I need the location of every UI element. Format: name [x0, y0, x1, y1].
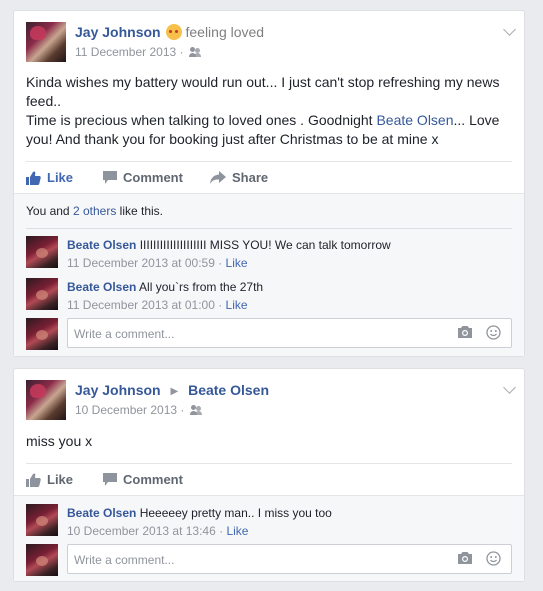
post-card: Jay Johnson ▶ Beate Olsen 10 December 20… [13, 368, 525, 582]
share-button[interactable]: Share [210, 170, 268, 185]
comment-like-link[interactable]: Like [226, 256, 248, 270]
camera-icon[interactable] [457, 325, 473, 339]
write-comment-row: Write a comment... [26, 544, 512, 576]
avatar [26, 318, 58, 350]
post-meta: 11 December 2013 · [75, 45, 201, 59]
comment-author-link[interactable]: Beate Olsen [67, 280, 136, 294]
tagged-user-link[interactable]: Beate Olsen [376, 112, 453, 128]
likes-text: You and [26, 204, 73, 218]
like-button[interactable]: Like [26, 472, 73, 487]
arrow-right-icon: ▶ [170, 386, 179, 397]
avatar[interactable] [26, 380, 66, 420]
divider [26, 228, 512, 229]
comment-time[interactable]: 10 December 2013 at 13:46 · [67, 524, 226, 538]
like-label: Like [47, 170, 74, 185]
feeling-emoji-icon [166, 24, 183, 40]
feeling-text: feeling loved [185, 24, 265, 40]
comment-author-link[interactable]: Beate Olsen [67, 238, 136, 252]
like-button[interactable]: Like [26, 170, 73, 185]
feedback-section: Beate Olsen Heeeeey pretty man.. I miss … [14, 495, 524, 581]
comment-item: Beate Olsen Heeeeey pretty man.. I miss … [26, 504, 512, 542]
comment-button[interactable]: Comment [103, 472, 183, 487]
avatar[interactable] [26, 22, 66, 62]
likes-text: like this. [116, 204, 163, 218]
post-header: Jay Johnson feeling loved 11 December 20… [26, 22, 512, 66]
likes-summary: You and 2 others like this. [26, 204, 163, 218]
post-header: Jay Johnson ▶ Beate Olsen 10 December 20… [26, 380, 512, 424]
avatar [26, 544, 58, 576]
comment-input[interactable]: Write a comment... [67, 318, 512, 348]
comment-time[interactable]: 11 December 2013 at 00:59 · [67, 256, 226, 270]
like-label: Like [47, 472, 74, 487]
comment-body: Beate Olsen All you`rs from the 27th 11 … [67, 279, 263, 313]
smiley-icon[interactable] [486, 325, 501, 340]
comment-item: Beate Olsen IIIIIIIIIIIIIIIIIIII MISS YO… [26, 236, 512, 274]
comment-time[interactable]: 11 December 2013 at 01:00 · [67, 298, 226, 312]
thumbs-up-icon [26, 171, 41, 185]
comment-placeholder: Write a comment... [74, 553, 175, 567]
friends-icon[interactable] [188, 47, 201, 57]
comment-author-link[interactable]: Beate Olsen [67, 506, 136, 520]
comment-item: Beate Olsen All you`rs from the 27th 11 … [26, 278, 512, 316]
author-line: Jay Johnson feeling loved [75, 24, 264, 40]
camera-icon[interactable] [457, 551, 473, 565]
comment-label: Comment [123, 472, 183, 487]
action-bar: Like Comment [26, 463, 512, 496]
likes-others-link[interactable]: 2 others [73, 204, 116, 218]
comment-button[interactable]: Comment [103, 170, 183, 185]
avatar[interactable] [26, 504, 58, 536]
post-meta: 10 December 2013 · [75, 403, 202, 417]
comment-input[interactable]: Write a comment... [67, 544, 512, 574]
comment-like-link[interactable]: Like [226, 298, 248, 312]
comment-text: All you`rs from the 27th [139, 280, 264, 294]
comment-text: IIIIIIIIIIIIIIIIIIII MISS YOU! We can ta… [139, 238, 391, 252]
post-date[interactable]: 11 December 2013 · [75, 45, 184, 59]
post-card: Jay Johnson feeling loved 11 December 20… [13, 10, 525, 357]
post-text: miss you x [26, 433, 93, 449]
comment-text: Heeeeey pretty man.. I miss you too [139, 506, 332, 520]
author-link[interactable]: Jay Johnson [75, 382, 161, 398]
action-bar: Like Comment Share [26, 161, 512, 194]
post-text-line: Time is precious when talking to loved o… [26, 111, 514, 149]
author-line: Jay Johnson ▶ Beate Olsen [75, 382, 269, 398]
post-text-line: Kinda wishes my battery would run out...… [26, 74, 500, 109]
thumbs-up-icon [26, 473, 41, 487]
comment-body: Beate Olsen Heeeeey pretty man.. I miss … [67, 505, 332, 539]
friends-icon[interactable] [189, 405, 202, 415]
post-text-fragment: Time is precious when talking to loved o… [26, 112, 377, 128]
feedback-section: You and 2 others like this. Beate Olsen … [14, 193, 524, 356]
post-text: Kinda wishes my battery would run out...… [26, 73, 514, 149]
comment-icon [103, 171, 117, 184]
smiley-icon[interactable] [486, 551, 501, 566]
comment-placeholder: Write a comment... [74, 327, 175, 341]
target-user-link[interactable]: Beate Olsen [188, 382, 269, 398]
comment-icon [103, 473, 117, 486]
comment-label: Comment [123, 170, 183, 185]
comment-body: Beate Olsen IIIIIIIIIIIIIIIIIIII MISS YO… [67, 237, 391, 271]
share-label: Share [232, 170, 269, 185]
write-comment-row: Write a comment... [26, 318, 512, 350]
avatar[interactable] [26, 278, 58, 310]
comment-like-link[interactable]: Like [226, 524, 248, 538]
share-icon [210, 171, 226, 184]
avatar[interactable] [26, 236, 58, 268]
author-link[interactable]: Jay Johnson [75, 24, 161, 40]
post-date[interactable]: 10 December 2013 · [75, 403, 184, 417]
